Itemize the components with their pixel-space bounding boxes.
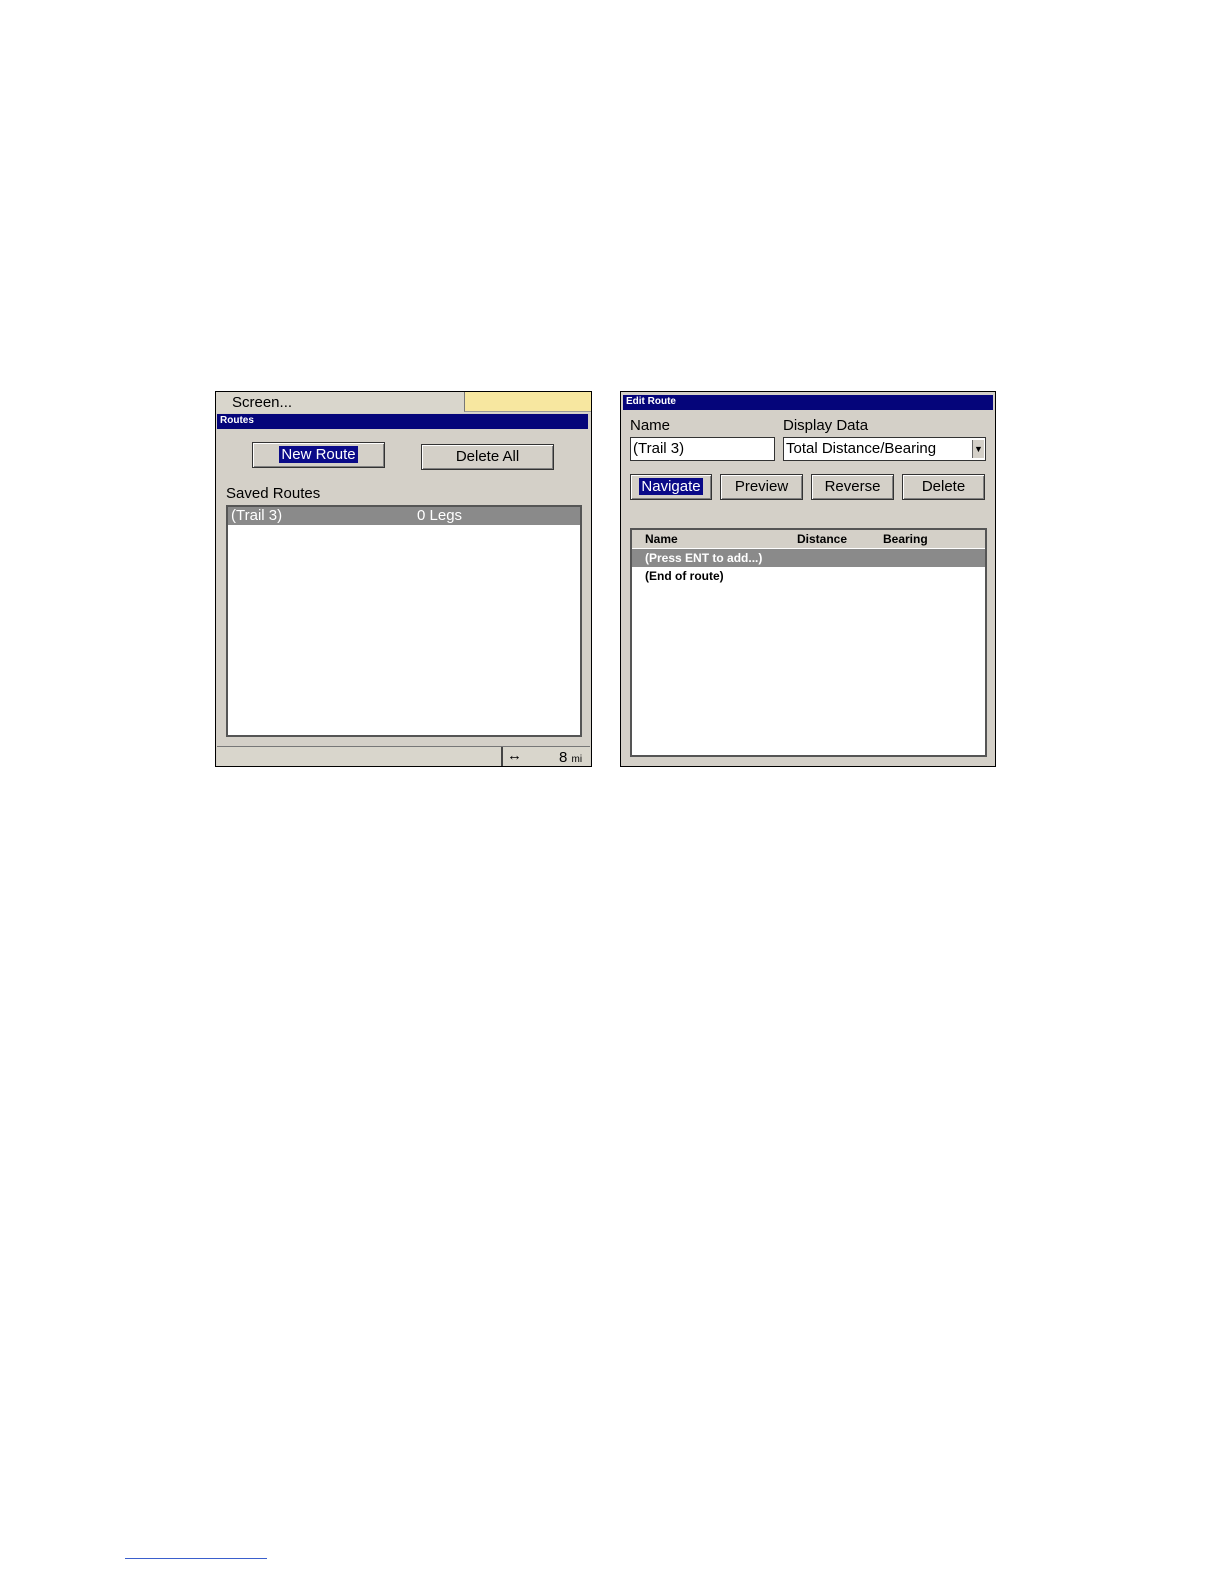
menu-bar-highlight: [464, 392, 591, 412]
scale-unit: mi: [571, 754, 583, 765]
column-header-bearing: Bearing: [883, 532, 928, 546]
route-legs: 0 Legs: [417, 507, 463, 524]
column-header-name: Name: [645, 532, 678, 546]
list-item[interactable]: (Press ENT to add...): [632, 549, 985, 567]
new-route-label: New Route: [279, 446, 358, 463]
status-divider: [501, 747, 503, 766]
status-bar: ↔ 8 mi: [217, 746, 590, 766]
navigate-label: Navigate: [639, 478, 703, 495]
screen-menu[interactable]: Screen...: [232, 394, 292, 411]
end-of-route-row: (End of route): [645, 569, 724, 583]
footnote-divider: [125, 1558, 267, 1559]
edit-route-screen: Edit Route Name Display Data (Trail 3) T…: [620, 391, 996, 767]
reverse-button[interactable]: Reverse: [811, 474, 894, 500]
list-item[interactable]: (End of route): [632, 567, 985, 585]
route-name: (Trail 3): [231, 507, 283, 524]
display-data-label: Display Data: [783, 417, 869, 434]
menu-bar: Screen...: [216, 392, 591, 413]
saved-routes-label: Saved Routes: [226, 485, 321, 502]
navigate-button[interactable]: Navigate: [630, 474, 712, 500]
name-label: Name: [630, 417, 671, 434]
routes-screen: Screen... Routes New Route Delete All Sa…: [215, 391, 592, 767]
scale-arrow-icon: ↔: [507, 747, 522, 764]
map-scale: 8 mi: [559, 749, 582, 766]
edit-route-title: Edit Route: [623, 395, 993, 410]
route-legs-list[interactable]: Name Distance Bearing (Press ENT to add.…: [630, 528, 987, 757]
scale-value: 8: [559, 749, 568, 766]
route-name-field[interactable]: (Trail 3): [630, 437, 775, 461]
display-data-select[interactable]: Total Distance/Bearing ▼: [783, 437, 986, 461]
list-header: Name Distance Bearing: [632, 530, 985, 548]
saved-routes-list[interactable]: (Trail 3) 0 Legs: [226, 505, 582, 737]
list-item[interactable]: (Trail 3) 0 Legs: [228, 507, 580, 525]
delete-button[interactable]: Delete: [902, 474, 985, 500]
new-route-button[interactable]: New Route: [252, 442, 385, 468]
add-waypoint-row: (Press ENT to add...): [645, 551, 763, 565]
preview-button[interactable]: Preview: [720, 474, 803, 500]
delete-all-button[interactable]: Delete All: [421, 444, 554, 470]
display-data-value: Total Distance/Bearing: [786, 440, 937, 457]
column-header-distance: Distance: [797, 532, 848, 546]
chevron-down-icon[interactable]: ▼: [972, 440, 984, 458]
routes-title: Routes: [217, 414, 588, 429]
